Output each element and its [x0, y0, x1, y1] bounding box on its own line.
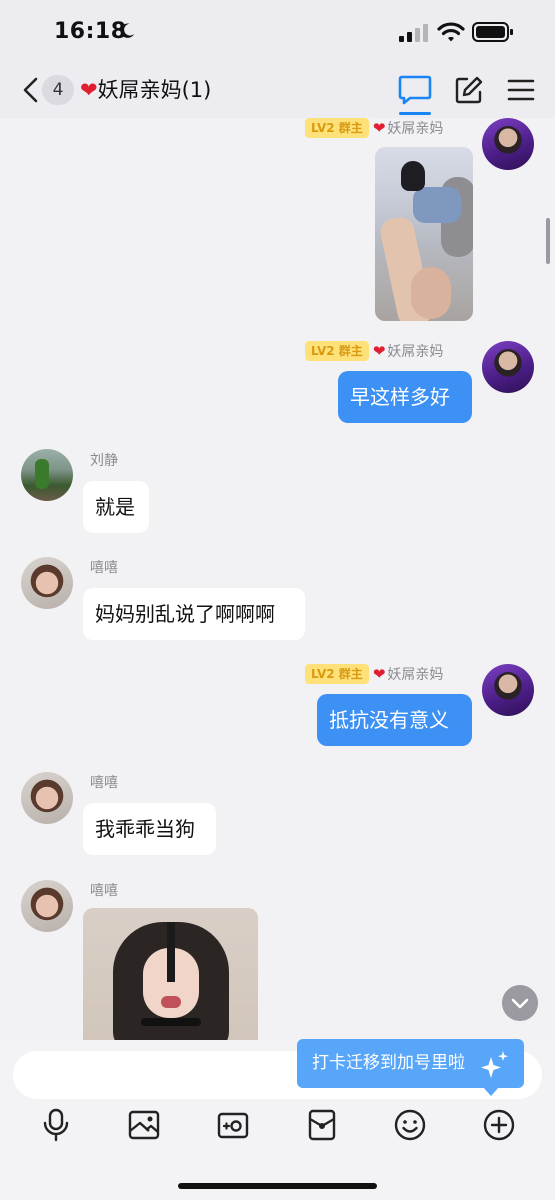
message-bubble[interactable]: 早这样多好: [338, 371, 472, 423]
status-bar: 16:18: [0, 0, 555, 62]
home-indicator[interactable]: [178, 1183, 377, 1189]
edit-icon[interactable]: [454, 75, 484, 105]
sender-row: 嘻嘻: [88, 772, 118, 792]
microphone-icon[interactable]: [39, 1108, 73, 1142]
moon-icon: [120, 23, 135, 38]
sender-name: 刘静: [90, 453, 118, 469]
message-bubble[interactable]: 妈妈别乱说了啊啊啊: [83, 588, 305, 640]
sender-name: 妖屌亲妈: [387, 344, 444, 360]
sender-name: 妖屌亲妈: [387, 667, 444, 683]
plus-icon[interactable]: [482, 1108, 516, 1142]
photo-shape: [141, 1018, 201, 1026]
avatar[interactable]: [21, 772, 73, 824]
sender-name: 嘻嘻: [90, 560, 118, 576]
active-tab-indicator: [399, 112, 431, 115]
chat-header: 4 ❤妖屌亲妈(1): [0, 62, 555, 118]
message-bubble[interactable]: 就是: [83, 481, 149, 533]
message-bubble[interactable]: 我乖乖当狗: [83, 803, 216, 855]
photo-shape: [401, 161, 425, 191]
sender-row: LV2 群主 ❤ 妖屌亲妈: [305, 341, 443, 361]
scroll-down-icon[interactable]: [502, 985, 538, 1021]
chat-tab-icon[interactable]: [398, 74, 432, 106]
sender-row: 嘻嘻: [88, 880, 118, 900]
sender-row: LV2 群主 ❤ 妖屌亲妈: [305, 118, 443, 138]
photo-shape: [167, 922, 175, 982]
message-bubble[interactable]: 抵抗没有意义: [317, 694, 472, 746]
avatar[interactable]: [21, 557, 73, 609]
avatar[interactable]: [21, 880, 73, 932]
image-message[interactable]: [83, 908, 258, 1040]
chat-title[interactable]: ❤妖屌亲妈(1): [80, 75, 211, 105]
chat-title-text: 妖屌亲妈(1): [97, 78, 212, 102]
tooltip-text: 打卡迁移到加号里啦: [312, 1053, 465, 1073]
scrollbar[interactable]: [546, 218, 550, 264]
emoji-icon[interactable]: [393, 1108, 427, 1142]
avatar[interactable]: [482, 118, 534, 170]
owner-badge: LV2 群主: [305, 341, 369, 361]
photo-shape: [413, 187, 461, 223]
signal-icon: [399, 24, 428, 42]
sender-row: LV2 群主 ❤ 妖屌亲妈: [305, 664, 443, 684]
image-message[interactable]: [375, 147, 473, 321]
battery-icon: [472, 22, 513, 42]
avatar[interactable]: [21, 449, 73, 501]
menu-icon[interactable]: [507, 78, 535, 102]
avatar[interactable]: [482, 341, 534, 393]
sparkle-icon: [481, 1051, 508, 1078]
red-packet-icon[interactable]: [305, 1108, 339, 1142]
image-icon[interactable]: [127, 1108, 161, 1142]
status-time: 16:18: [54, 19, 127, 44]
camera-icon[interactable]: [216, 1108, 250, 1142]
sender-name: 嘻嘻: [90, 775, 118, 791]
heart-icon: ❤: [80, 78, 98, 102]
sender-name: 妖屌亲妈: [387, 121, 444, 137]
owner-badge: LV2 群主: [305, 664, 369, 684]
photo-shape: [411, 267, 451, 319]
unread-count-badge[interactable]: 4: [42, 75, 74, 105]
avatar[interactable]: [482, 664, 534, 716]
heart-icon: ❤: [372, 665, 386, 683]
owner-badge: LV2 群主: [305, 118, 369, 138]
photo-shape: [161, 996, 181, 1008]
heart-icon: ❤: [372, 342, 386, 360]
heart-icon: ❤: [372, 119, 386, 137]
wifi-icon: [437, 22, 465, 42]
sender-name: 嘻嘻: [90, 883, 118, 899]
back-icon[interactable]: [20, 76, 42, 104]
tooltip-tail: [483, 1087, 499, 1096]
sender-row: 嘻嘻: [88, 557, 118, 577]
message-list[interactable]: LV2 群主 ❤ 妖屌亲妈 LV2 群主 ❤ 妖屌亲妈 早这样多好 刘静 就是 嘻嘻 妈…: [0, 118, 555, 1040]
sender-row: 刘静: [88, 450, 118, 470]
